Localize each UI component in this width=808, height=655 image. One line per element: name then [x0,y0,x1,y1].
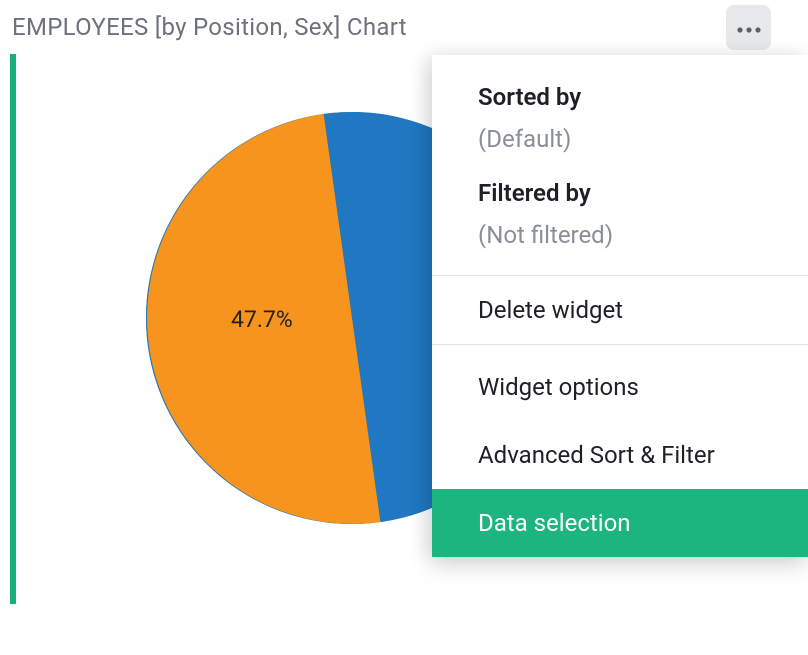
sorted-by-value[interactable]: (Default) [478,125,762,153]
filtered-by-value[interactable]: (Not filtered) [478,221,762,249]
sorted-by-label: Sorted by [478,83,762,111]
menu-item-advanced-sort-filter[interactable]: Advanced Sort & Filter [432,421,808,489]
chart-title: EMPLOYEES [by Position, Sex] Chart [12,13,407,41]
filtered-by-label: Filtered by [478,179,762,207]
menu-section-sort-filter: Sorted by (Default) Filtered by (Not fil… [432,55,808,276]
pie-slice-label: 47.7% [231,306,293,333]
widget-menu-button[interactable] [726,5,771,50]
widget-context-menu: Sorted by (Default) Filtered by (Not fil… [432,55,808,557]
menu-item-delete-widget[interactable]: Delete widget [432,276,808,344]
menu-item-data-selection[interactable]: Data selection [432,489,808,557]
more-horizontal-icon [736,18,762,37]
menu-item-widget-options[interactable]: Widget options [432,353,808,421]
